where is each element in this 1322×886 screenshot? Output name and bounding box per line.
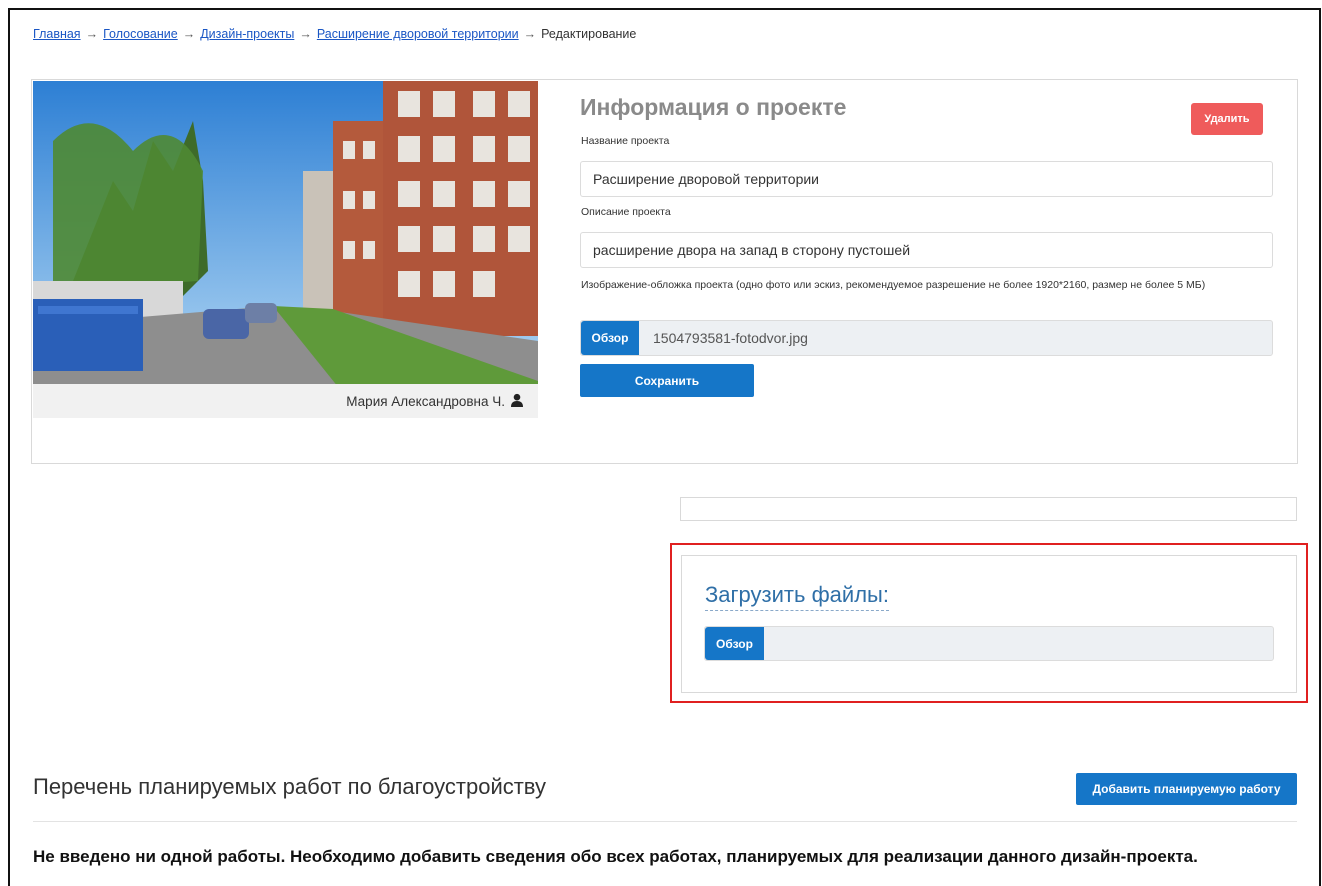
breadcrumb-link-voting[interactable]: Голосование (103, 27, 178, 41)
project-cover-photo (33, 81, 538, 418)
upload-browse-button[interactable]: Обзор (705, 627, 764, 660)
save-button[interactable]: Сохранить (580, 364, 754, 397)
project-info-title: Информация о проекте (580, 94, 847, 120)
user-icon (510, 393, 524, 410)
upload-files-title[interactable]: Загрузить файлы: (705, 582, 889, 611)
breadcrumb: Главная → Голосование → Дизайн-проекты → Расши… (33, 27, 636, 41)
cover-file-input[interactable]: Обзор 1504793581-fotodvor.jpg (580, 320, 1273, 356)
breadcrumb-link-project[interactable]: Расширение дворовой территории (317, 27, 519, 41)
breadcrumb-current: Редактирование (541, 27, 637, 41)
breadcrumb-separator: → (85, 27, 99, 41)
add-planned-work-button[interactable]: Добавить планируемую работу (1076, 773, 1297, 805)
project-name-label: Название проекта (581, 135, 670, 147)
cover-image-hint: Изображение-обложка проекта (одно фото и… (581, 279, 1206, 291)
photo-author-caption: Мария Александровна Ч. (33, 384, 538, 418)
author-name: Мария Александровна Ч. (346, 393, 505, 409)
project-name-field[interactable] (580, 161, 1273, 197)
planned-works-title: Перечень планируемых работ по благоустро… (33, 774, 547, 799)
upload-file-input[interactable]: Обзор (704, 626, 1274, 661)
breadcrumb-separator: → (523, 27, 537, 41)
delete-button[interactable]: Удалить (1191, 103, 1263, 135)
upload-files-card (681, 555, 1297, 693)
project-description-label: Описание проекта (581, 206, 671, 218)
empty-panel (680, 497, 1297, 521)
empty-works-message: Не введено ни одной работы. Необходимо д… (33, 847, 1198, 866)
browse-button[interactable]: Обзор (581, 321, 639, 355)
breadcrumb-link-design-projects[interactable]: Дизайн-проекты (200, 27, 294, 41)
project-description-field[interactable] (580, 232, 1273, 268)
breadcrumb-separator: → (299, 27, 312, 41)
breadcrumb-link-home[interactable]: Главная (33, 27, 81, 41)
divider (33, 821, 1297, 822)
cover-file-name: 1504793581-fotodvor.jpg (653, 330, 808, 346)
breadcrumb-separator: → (182, 27, 196, 41)
